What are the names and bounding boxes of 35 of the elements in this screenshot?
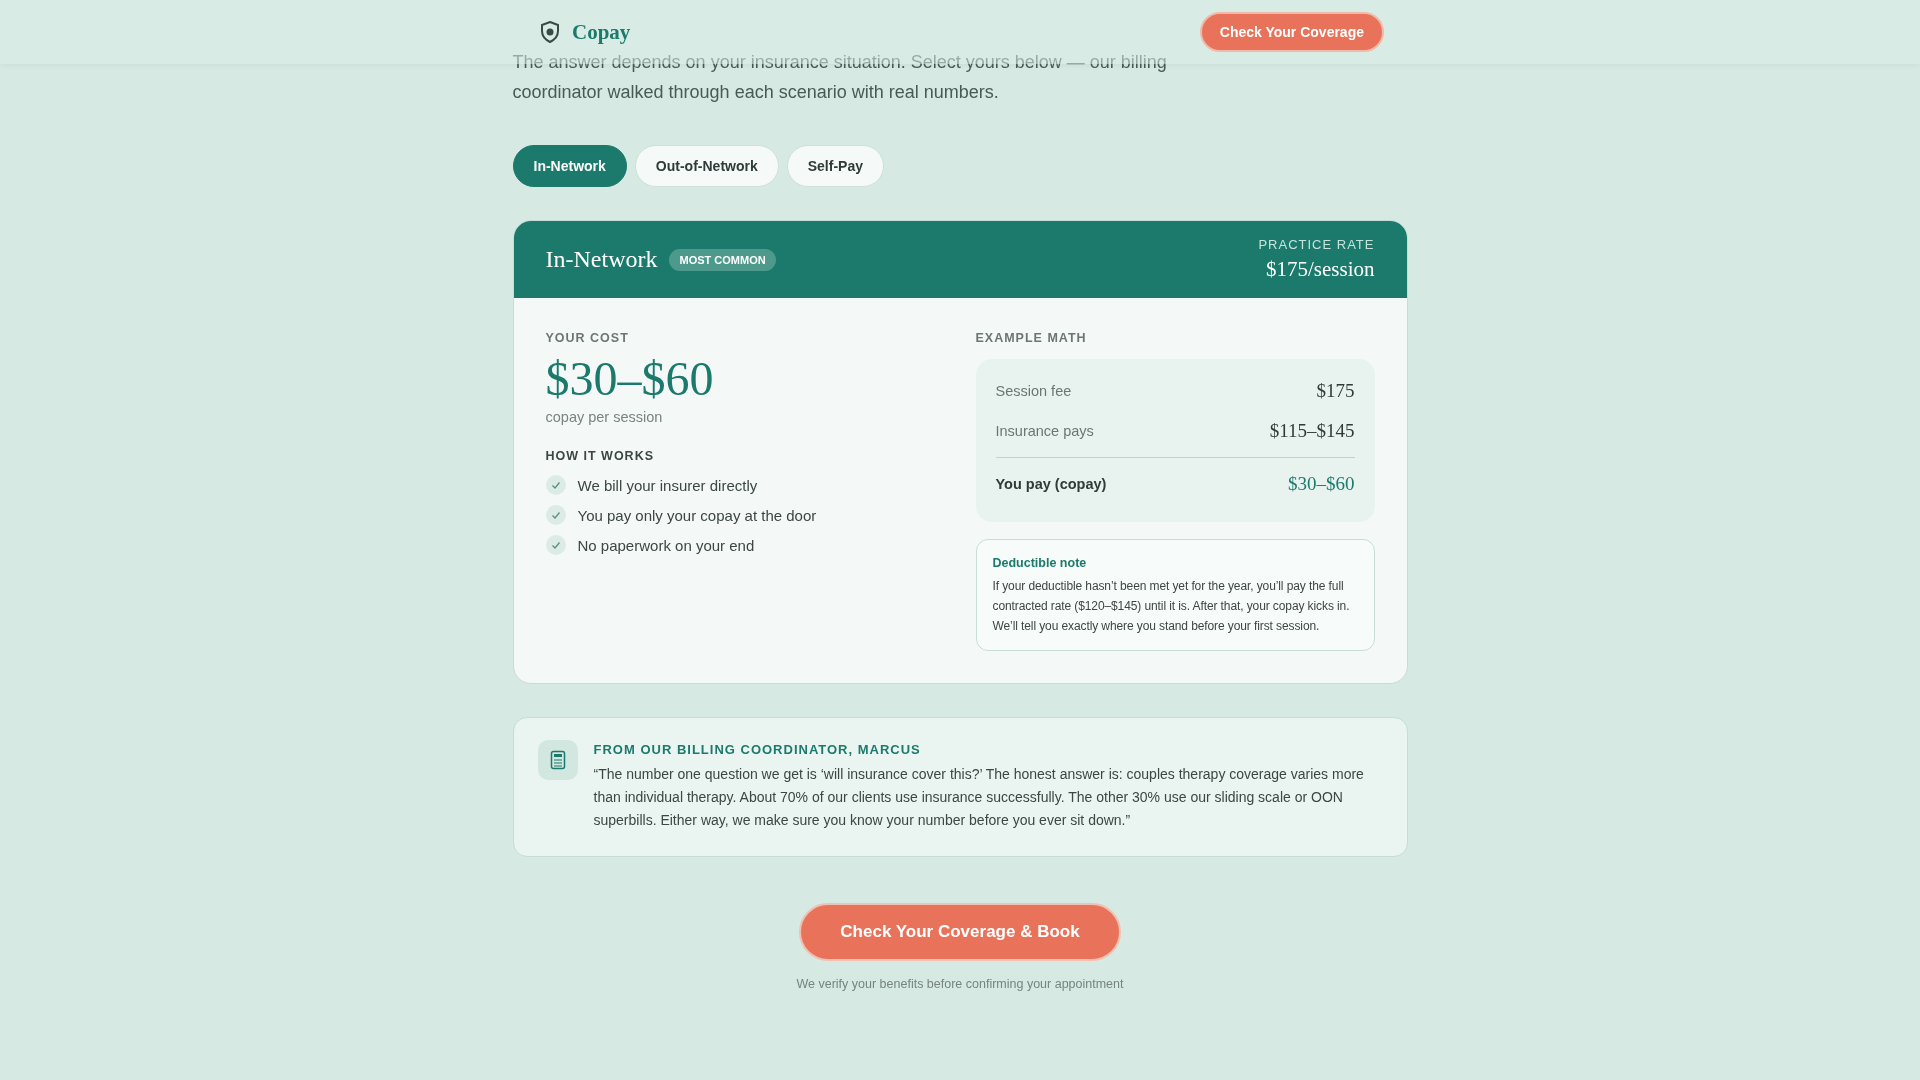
shield-icon	[540, 21, 560, 43]
rate-label: PRACTICE RATE	[1258, 237, 1375, 252]
math-label: You pay (copay)	[995, 476, 1107, 492]
brand-name[interactable]: Copay	[572, 19, 631, 45]
quote-heading: FROM OUR BILLING COORDINATOR, MARCUS	[593, 742, 922, 757]
math-value: $175	[1316, 380, 1355, 402]
section-label: EXAMPLE MATH	[975, 331, 1088, 345]
math-label: Session fee	[995, 383, 1072, 399]
quote-text: “The number one question we get is ‘will insurance cover this?’ The honest answer is: couples therapy coverage varies more than individual therapy. About 70% of our clients use insurance successfully. The other 30% use our sliding scale or OON superbills. Either way, we make sure you know your number before you ever sit down.”	[593, 765, 1365, 830]
book-button[interactable]: Check Your Coverage & Book	[799, 903, 1121, 961]
plan-title: In-Network	[545, 246, 658, 273]
note-title: Deductible note	[992, 556, 1088, 570]
check-icon	[545, 505, 566, 525]
cost-note: copay per session	[545, 409, 664, 425]
check-coverage-button[interactable]: Check Your Coverage	[1199, 12, 1384, 52]
note-text: If your deductible hasn’t been met yet for the year, you’ll pay the full contracted rate ($120–$145) until it is. After that, your copay kicks in. We’ll tell you exactly where you stand before your first session.	[992, 578, 1351, 635]
plan-tab[interactable]: Self-Pay	[786, 145, 884, 187]
math-value: $30–$60	[1288, 473, 1355, 495]
section-label: HOW IT WORKS	[545, 449, 655, 463]
section-label: YOUR COST	[545, 331, 630, 345]
step-text: We bill your insurer directly	[577, 476, 758, 494]
check-icon	[545, 535, 566, 555]
check-icon	[545, 475, 566, 495]
cost-value: $30–$60	[545, 351, 715, 407]
plan-tab[interactable]: In-Network	[512, 145, 627, 187]
intro-text: The answer depends on your insurance situation. Select yours below — our billing coordinator walked through each scenario with real numbers.	[512, 51, 1168, 104]
math-value: $115–$145	[1269, 420, 1355, 442]
step-text: You pay only your copay at the door	[577, 506, 817, 524]
calculator-icon	[537, 740, 578, 780]
plan-tab[interactable]: Out-of-Network	[634, 145, 779, 187]
rate-value: $175/session	[1266, 257, 1375, 282]
cta-note: We verify your benefits before confirming your appointment	[796, 977, 1124, 991]
step-text: No paperwork on your end	[577, 536, 755, 554]
math-label: Insurance pays	[995, 423, 1094, 439]
plan-badge: MOST COMMON	[669, 248, 776, 271]
